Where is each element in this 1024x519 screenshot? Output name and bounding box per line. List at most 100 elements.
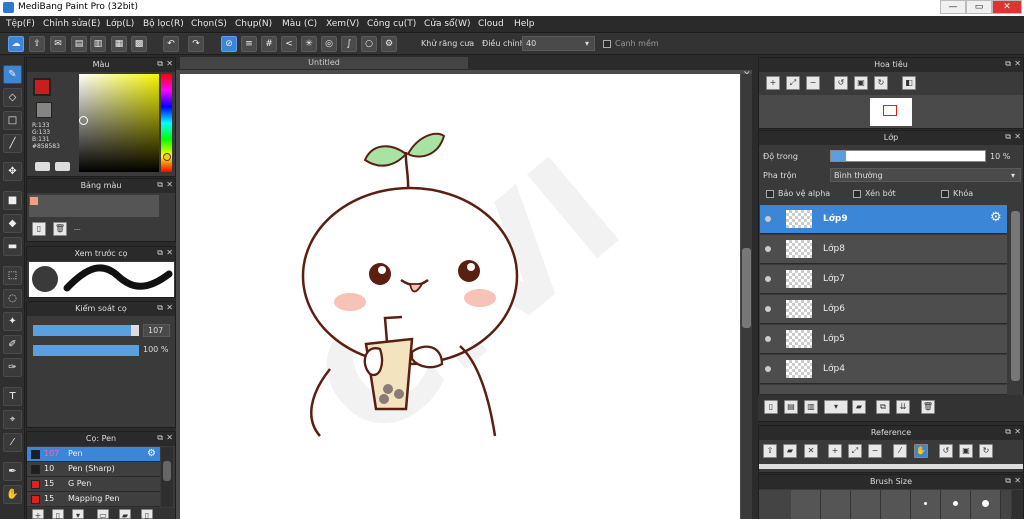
canvas-vertical-scrollbar[interactable] [741,74,752,519]
brush-size-cell[interactable] [851,490,881,519]
panel-float-icon[interactable]: ⧉ [157,303,163,313]
brush-list-item[interactable]: 10 Pen (Sharp) [27,462,160,477]
layer-row[interactable]: Lớp5 [760,325,1007,354]
delete-palette-icon[interactable]: 🗑 [53,222,67,236]
layer-scroll-thumb[interactable] [1011,211,1020,381]
panel-close-icon[interactable]: ✕ [166,303,173,312]
brush-copy-icon[interactable]: ▭ [97,509,109,519]
settings-snap-icon[interactable]: ⚙ [381,36,397,52]
shape-tool-icon[interactable]: ■ [3,191,22,210]
layer-row[interactable]: Lớp6 [760,295,1007,324]
clipping-checkbox[interactable] [853,190,861,198]
brush-size-input[interactable]: 107 [143,324,170,337]
layer-visibility-eye-icon[interactable] [765,306,771,312]
palette-swatch[interactable] [30,197,38,205]
menu-layer[interactable]: Lớp(L) [106,19,134,29]
reference-close-icon[interactable]: ✕ [804,444,818,458]
new-layer-icon[interactable]: ▯ [764,400,778,414]
layer-visibility-eye-icon[interactable] [765,336,771,342]
layer-visibility-eye-icon[interactable] [765,366,771,372]
reference-rotate-left-icon[interactable]: ↺ [939,444,953,458]
layer-settings-gear-icon[interactable]: ⚙ [990,210,1002,225]
new-layer-halftone-icon[interactable]: ▤ [784,400,798,414]
redo-button[interactable]: ↷ [188,36,204,52]
panel-close-icon[interactable]: ✕ [166,248,173,257]
menu-cloud[interactable]: Cloud [478,19,504,29]
zoom-out-icon[interactable]: − [806,76,820,90]
navigator-preview[interactable] [759,95,1023,128]
panel-close-icon[interactable]: ✕ [1014,427,1021,436]
brush-opacity-slider[interactable] [33,345,139,356]
brush-size-cell[interactable] [791,490,821,519]
dot-tool-icon[interactable]: □ [3,111,22,130]
layer-row[interactable]: Lớp8 [760,235,1007,264]
brush-delete-icon[interactable]: ▯ [141,509,153,519]
reference-folder-icon[interactable]: ▰ [783,444,797,458]
layer-list-scrollbar[interactable] [1009,205,1022,393]
reference-actual-size-icon[interactable]: ▣ [959,444,973,458]
layer-visibility-eye-icon[interactable] [765,276,771,282]
hue-slider-handle[interactable] [163,153,171,161]
merge-layer-icon[interactable]: ⇊ [896,400,910,414]
reference-rotate-right-icon[interactable]: ↻ [979,444,993,458]
new-palette-icon[interactable]: ▯ [32,222,46,236]
picker-cursor[interactable] [79,116,88,125]
menu-color[interactable]: Màu (C) [282,19,317,29]
brush-list-item[interactable]: 15 G Pen [27,477,160,492]
close-button[interactable]: ✕ [992,0,1022,14]
rotate-left-icon[interactable]: ↺ [834,76,848,90]
layer-folder-icon[interactable]: ▰ [852,400,866,414]
lock-checkbox[interactable] [941,190,949,198]
pen-tool-icon[interactable]: ✒ [3,462,22,481]
undo-button[interactable]: ↶ [163,36,179,52]
brush-list-item[interactable]: 15 Mapping Pen [27,492,160,507]
brush-list-scroll-thumb[interactable] [163,461,171,481]
menu-file[interactable]: Tệp(F) [6,19,35,29]
panel-float-icon[interactable]: ⧉ [1005,476,1011,486]
layer-row-partial[interactable] [760,385,1007,395]
flip-icon[interactable]: ◧ [902,76,916,90]
bucket-tool-icon[interactable]: ◆ [3,214,22,233]
drawing-canvas[interactable]: CIVI [180,74,740,519]
snap-off-icon[interactable]: ⊘ [221,36,237,52]
cross-snap-icon[interactable]: # [261,36,277,52]
brush-size-slider[interactable] [33,325,139,336]
layer-opacity-slider[interactable] [830,150,986,162]
brush-size-cell[interactable] [881,490,911,519]
maximize-button[interactable]: ▭ [966,0,992,14]
saturation-value-picker[interactable] [79,74,159,172]
reference-eyedropper-icon[interactable]: ⁄ [893,444,907,458]
select-pen-tool-icon[interactable]: ✐ [3,335,22,354]
cloud-icon[interactable]: ☁ [8,36,24,52]
layout-icon[interactable]: ▩ [131,36,147,52]
lasso-tool-icon[interactable]: ◌ [3,289,22,308]
panel-close-icon[interactable]: ✕ [166,433,173,442]
reference-zoom-in-icon[interactable]: + [828,444,842,458]
panel-float-icon[interactable]: ⧉ [157,59,163,69]
panel-tool-icon[interactable]: ⌖ [3,410,22,429]
move-tool-icon[interactable]: ✥ [3,162,22,181]
line-tool-icon[interactable]: ╱ [3,134,22,153]
panel-close-icon[interactable]: ✕ [1014,59,1021,68]
zoom-fit-icon[interactable]: ⤢ [786,76,800,90]
delete-layer-icon[interactable]: 🗑 [921,400,935,414]
brush-size-scrollbar[interactable] [1012,490,1023,519]
minimize-button[interactable]: — [940,0,966,14]
layer-row[interactable]: Lớp9 [760,205,1007,234]
radial-snap-icon[interactable]: ✳ [301,36,317,52]
share-icon[interactable]: ⇪ [29,36,45,52]
brush-menu-icon[interactable]: ▾ [72,509,84,519]
layer-row[interactable]: Lớp7 [760,265,1007,294]
text-tool-icon[interactable]: T [3,387,22,406]
panel-float-icon[interactable]: ⧉ [157,433,163,443]
reference-view[interactable] [759,464,1023,469]
brush-size-cell[interactable] [941,490,971,519]
blend-mode-dropdown[interactable]: Bình thường ▾ [830,168,1021,182]
select-eraser-tool-icon[interactable]: ✑ [3,358,22,377]
panel-float-icon[interactable]: ⧉ [1005,427,1011,437]
eyedropper-tool-icon[interactable]: ⁄ [3,433,22,452]
color-swap-button[interactable] [55,162,70,171]
zoom-in-icon[interactable]: + [766,76,780,90]
brush-settings-gear-icon[interactable]: ⚙ [147,448,156,459]
curve-snap-icon[interactable]: ∫ [341,36,357,52]
